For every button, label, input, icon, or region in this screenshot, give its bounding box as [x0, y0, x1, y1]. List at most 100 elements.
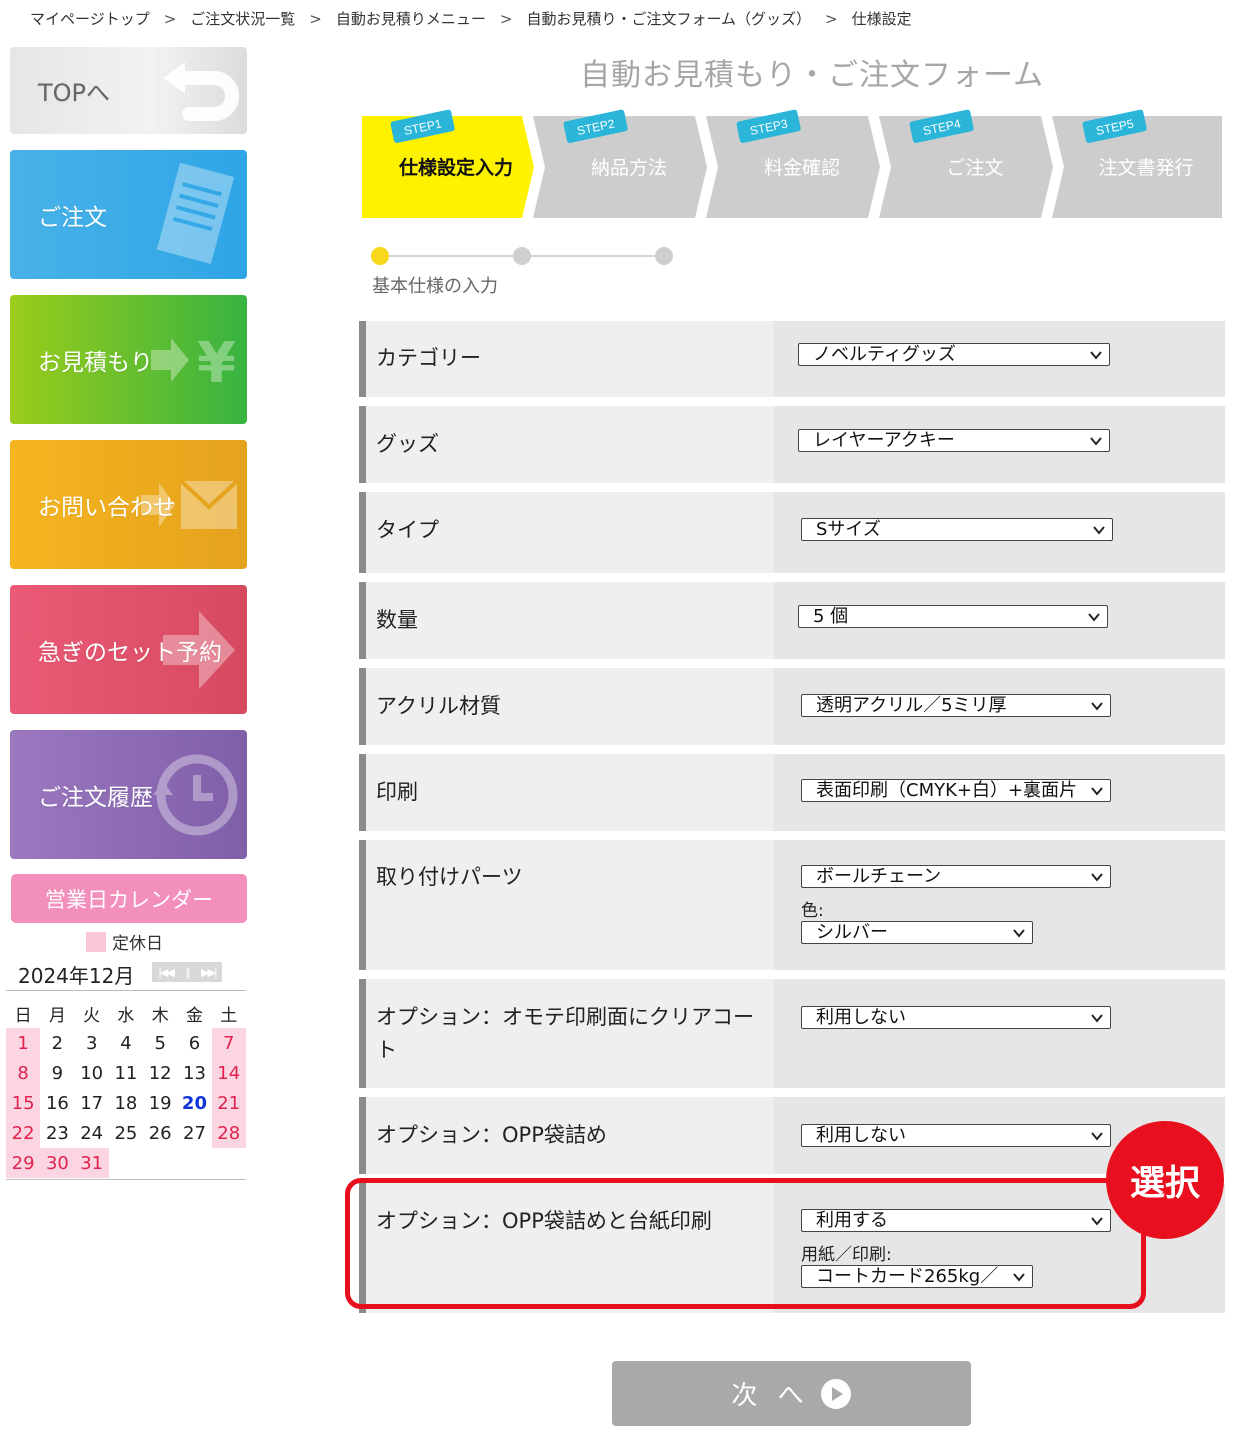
sidebar-rush-button[interactable]: 急ぎのセット予約 [10, 585, 247, 714]
sidebar-quote-button[interactable]: お見積もり ¥ [10, 295, 247, 424]
clear-coat-control: 利用しない [774, 979, 1225, 1088]
breadcrumb-mypage[interactable]: マイページトップ [30, 10, 150, 28]
calendar-day: 29 [6, 1148, 41, 1178]
step-label: 注文書発行 [1098, 157, 1193, 179]
sidebar-contact-button[interactable]: お問い合わせ [10, 440, 247, 569]
calendar-day: 26 [148, 1122, 172, 1144]
row-print: 印刷 表面印刷（CMYK+白）+裏面片 [359, 754, 1225, 831]
chevron-down-icon [1091, 787, 1103, 796]
breadcrumb-order-status[interactable]: ご注文状況一覧 [190, 10, 295, 28]
calendar-day: 10 [80, 1062, 104, 1084]
calendar-prev-icon[interactable]: |◀◀ [158, 966, 175, 979]
step-label: 仕様設定入力 [398, 156, 513, 179]
sub-progress [371, 247, 673, 265]
row-opp: オプション：OPP袋詰め 利用しない [359, 1097, 1225, 1174]
calendar-day: 24 [80, 1122, 104, 1144]
row-material: アクリル材質 透明アクリル／5ミリ厚 [359, 668, 1225, 745]
print-control: 表面印刷（CMYK+白）+裏面片 [774, 754, 1225, 831]
category-control: ノベルティグッズ [774, 321, 1225, 397]
goods-select[interactable]: レイヤーアクキー [798, 429, 1110, 452]
chevron-down-icon [1091, 1132, 1103, 1141]
material-select-value: 透明アクリル／5ミリ厚 [816, 695, 1007, 716]
clear-coat-select-value: 利用しない [816, 1007, 906, 1028]
play-circle-icon [820, 1378, 851, 1409]
history-clock-icon [153, 754, 238, 835]
calendar-weekday: 日 [14, 1005, 32, 1026]
opp-select-value: 利用しない [816, 1125, 906, 1146]
chevron-down-icon [1090, 351, 1102, 360]
sidebar-order-button[interactable]: ご注文 [10, 150, 247, 279]
breadcrumb-separator: > [499, 10, 513, 28]
breadcrumb-goods-form[interactable]: 自動お見積り・ご注文フォーム（グッズ） [526, 10, 811, 28]
parts-color-select[interactable]: シルバー [801, 921, 1033, 944]
category-label: カテゴリー [376, 346, 481, 370]
goods-control: レイヤーアクキー [774, 406, 1225, 483]
next-button[interactable]: 次 へ [612, 1361, 971, 1426]
calendar-legend-label: 定休日 [112, 934, 163, 954]
chevron-down-icon [1091, 873, 1103, 882]
calendar-day: 4 [120, 1032, 132, 1054]
calendar-divider [6, 990, 246, 991]
opp-select[interactable]: 利用しない [801, 1124, 1111, 1147]
chevron-down-icon [1093, 526, 1105, 535]
material-label: アクリル材質 [376, 694, 501, 718]
return-arrow-icon [163, 61, 239, 121]
parts-select[interactable]: ボールチェーン [801, 865, 1111, 888]
print-select[interactable]: 表面印刷（CMYK+白）+裏面片 [801, 779, 1111, 802]
progress-dot [513, 247, 531, 265]
breadcrumb-separator: > [825, 10, 838, 28]
chevron-down-icon [1088, 613, 1100, 622]
calendar-day: 19 [148, 1092, 172, 1114]
clear-coat-select[interactable]: 利用しない [801, 1006, 1111, 1029]
breadcrumb-quote-menu[interactable]: 自動お見積りメニュー [336, 10, 486, 28]
page-title: 自動お見積もり・ご注文フォーム [580, 58, 1045, 93]
progress-dot-active [371, 247, 389, 265]
holiday-swatch [86, 931, 106, 952]
breadcrumb: マイページトップ > ご注文状況一覧 > 自動お見積りメニュー > 自動お見積り・ご注文フォ… [30, 8, 912, 29]
calendar-day: 16 [45, 1092, 69, 1114]
calendar-next-icon[interactable]: ▶▶| [201, 966, 218, 979]
calendar-weekday: 月 [48, 1005, 66, 1026]
sidebar-history-label: ご注文履歴 [38, 784, 153, 811]
breadcrumb-separator: > [163, 10, 177, 28]
calendar-nav[interactable]: |◀◀ || ▶▶| [152, 962, 222, 982]
calendar-day: 2 [51, 1032, 64, 1054]
calendar-title: 営業日カレンダー [11, 874, 247, 923]
calendar-day: 30 [40, 1148, 75, 1178]
sidebar-top-button[interactable]: TOPへ [10, 47, 247, 134]
calendar-day: 13 [183, 1062, 206, 1084]
row-goods: グッズ レイヤーアクキー [359, 406, 1225, 483]
type-select[interactable]: Sサイズ [801, 518, 1113, 541]
calendar-day: 11 [114, 1062, 138, 1084]
row-category: カテゴリー ノベルティグッズ [359, 321, 1225, 397]
row-clear-coat: オプション：オモテ印刷面にクリアコート 利用しない [359, 979, 1225, 1088]
calendar-day: 8 [6, 1058, 41, 1088]
parts-label: 取り付けパーツ [376, 865, 523, 889]
selection-highlight [345, 1178, 1146, 1309]
calendar-weekday: 火 [83, 1005, 101, 1026]
calendar-day: 28 [211, 1118, 246, 1148]
calendar-day: 5 [154, 1032, 166, 1054]
next-button-label: 次 へ [731, 1381, 810, 1411]
svg-text:¥: ¥ [197, 331, 236, 396]
calendar-day: 7 [211, 1028, 246, 1058]
calendar-day: 23 [45, 1122, 69, 1144]
type-label: タイプ [376, 518, 439, 542]
category-select[interactable]: ノベルティグッズ [798, 343, 1110, 366]
sidebar-rush-label: 急ぎのセット予約 [38, 639, 222, 666]
quantity-select[interactable]: 5 個 [798, 605, 1108, 628]
step-label: 料金確認 [764, 157, 840, 179]
calendar-day: 9 [51, 1062, 64, 1084]
row-quantity: 数量 5 個 [359, 582, 1225, 659]
sidebar-history-button[interactable]: ご注文履歴 [10, 730, 247, 859]
sidebar-top-label: TOPへ [38, 79, 111, 107]
material-select[interactable]: 透明アクリル／5ミリ厚 [801, 694, 1111, 717]
material-control: 透明アクリル／5ミリ厚 [774, 668, 1225, 745]
type-select-value: Sサイズ [816, 519, 881, 540]
step-label: 納品方法 [591, 157, 667, 179]
quantity-label: 数量 [376, 608, 418, 632]
calendar-current-icon[interactable]: || [185, 966, 191, 979]
calendar-day: 15 [6, 1088, 41, 1118]
calendar-day: 25 [114, 1122, 138, 1144]
parts-color-value: シルバー [816, 922, 888, 943]
